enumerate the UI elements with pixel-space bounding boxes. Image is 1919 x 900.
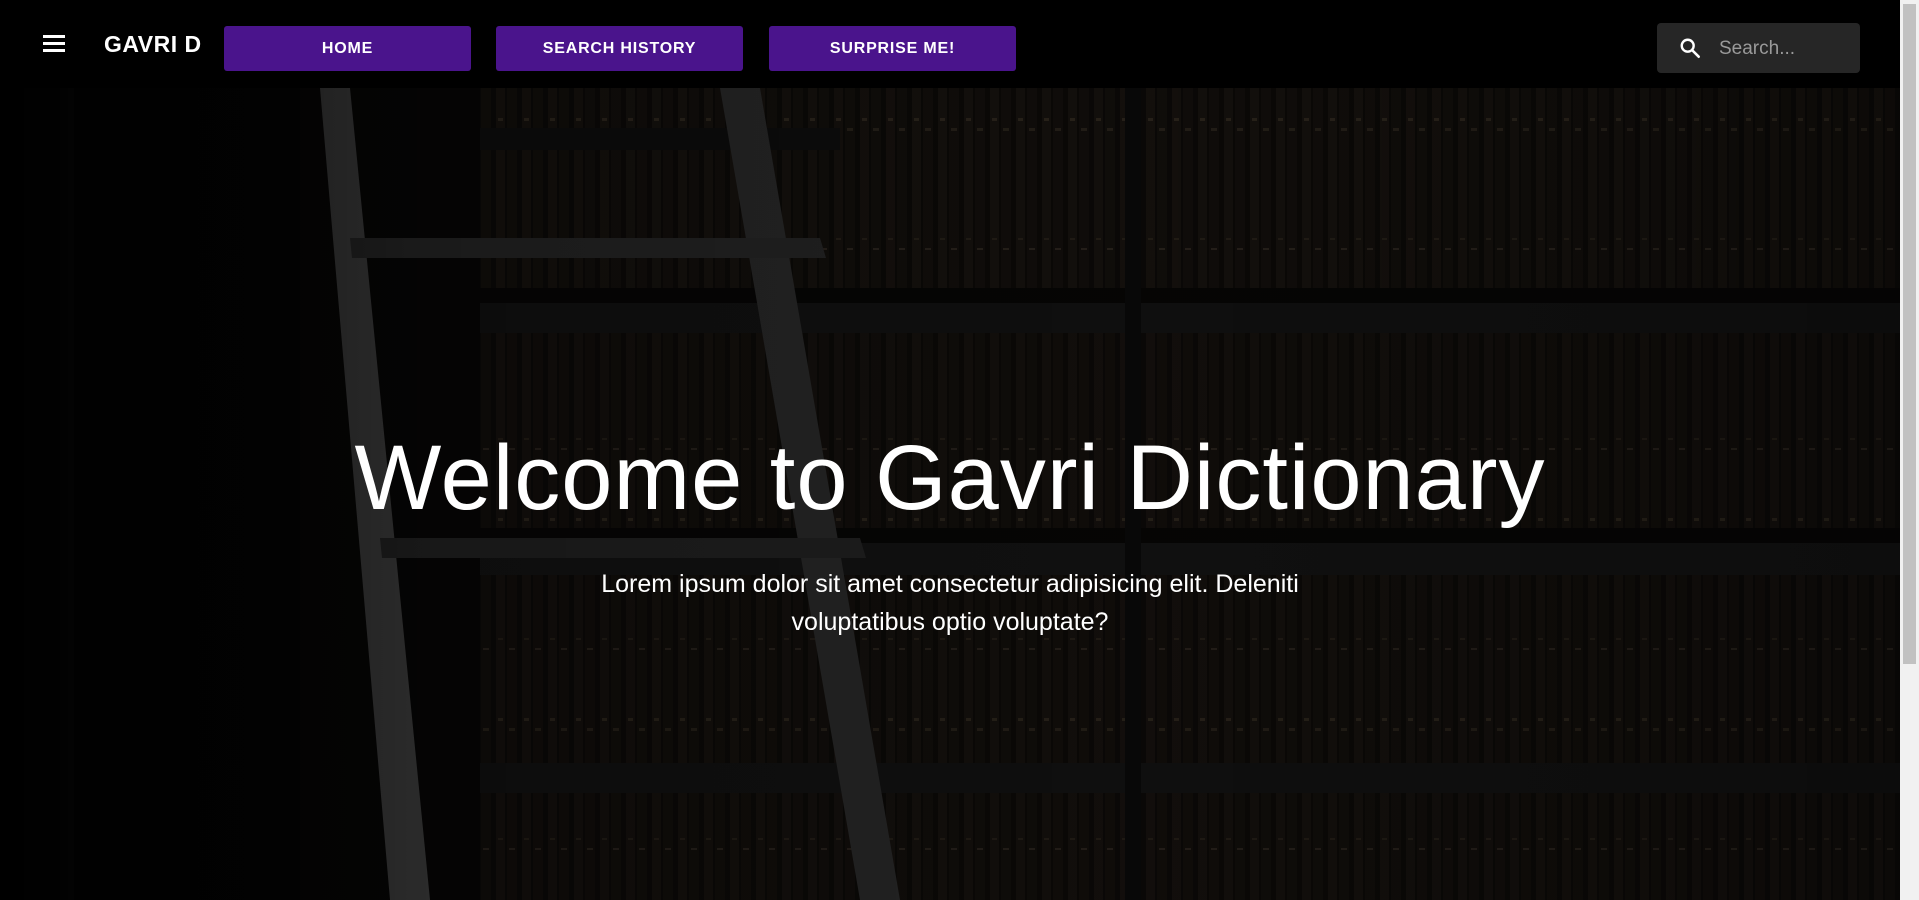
hero-title: Welcome to Gavri Dictionary [354,427,1546,529]
hero-section: Welcome to Gavri Dictionary Lorem ipsum … [0,88,1900,900]
brand-logo[interactable]: GAVRI D [104,33,202,56]
page: GAVRI D HOME SEARCH HISTORY SURPRISE ME! [0,0,1919,900]
app-bar: GAVRI D HOME SEARCH HISTORY SURPRISE ME! [0,0,1900,88]
menu-icon[interactable] [38,32,70,56]
surprise-me-button[interactable]: SURPRISE ME! [769,26,1016,71]
hero-content: Welcome to Gavri Dictionary Lorem ipsum … [0,427,1900,641]
search-icon [1680,38,1700,58]
search-history-button[interactable]: SEARCH HISTORY [496,26,743,71]
home-button[interactable]: HOME [224,26,471,71]
hero-subtitle: Lorem ipsum dolor sit amet consectetur a… [601,570,1299,637]
search-box[interactable] [1657,23,1860,73]
scrollbar-thumb[interactable] [1903,4,1916,664]
search-input[interactable] [1717,33,1856,65]
page-scrollbar[interactable] [1900,0,1919,900]
